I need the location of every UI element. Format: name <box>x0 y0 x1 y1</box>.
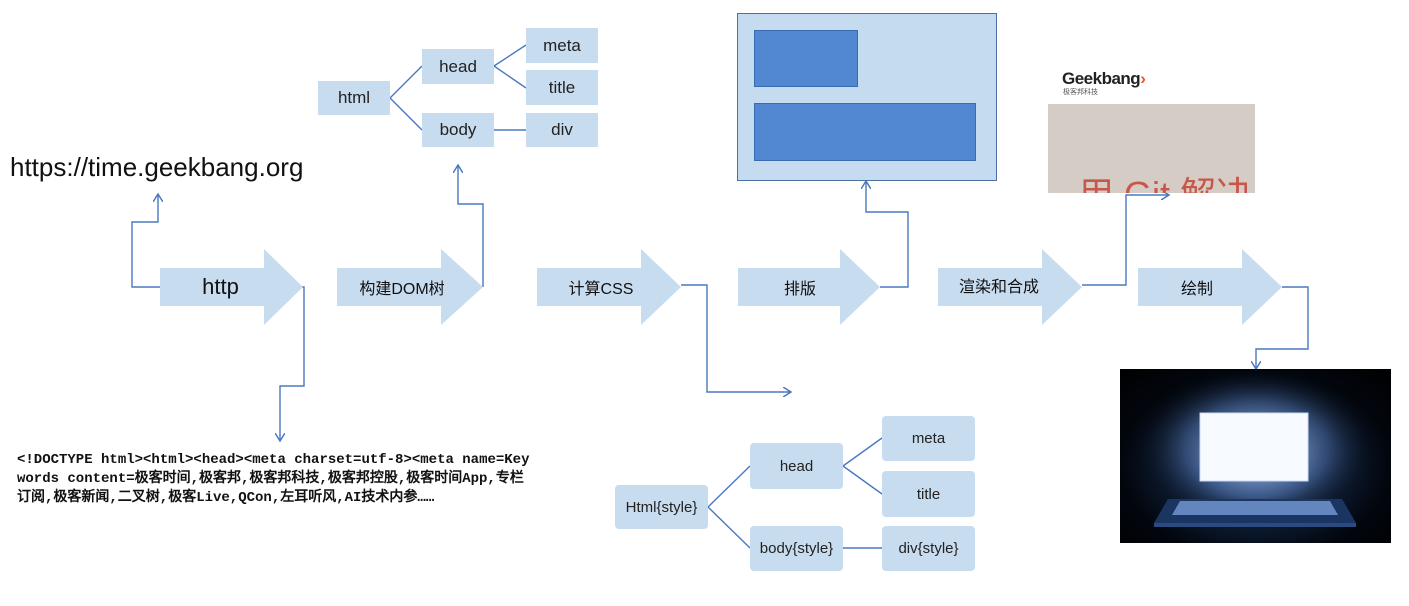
geekbang-logo-sub: 极客邦科技 <box>1063 89 1098 96</box>
dom-node-head: head <box>422 49 494 84</box>
dom-node-html: html <box>318 81 390 115</box>
geekbang-logo-mark: › <box>1140 69 1146 88</box>
composite-image: Geekbang› 极客邦科技 用 Git 解决 <box>1048 66 1255 193</box>
pipeline-step-layout: 排版 <box>738 249 880 325</box>
layout-block-small <box>754 30 858 87</box>
pipeline-label-paint: 绘制 <box>1180 281 1213 298</box>
layout-panel <box>737 13 997 181</box>
pipeline-step-compute-css: 计算CSS <box>537 249 681 325</box>
style-node-title: title <box>882 471 975 517</box>
geekbang-logo-text: Geekbang <box>1062 69 1141 88</box>
layout-block-wide <box>754 103 976 161</box>
laptop-image <box>1120 369 1391 543</box>
pipeline-step-http: http <box>160 249 303 325</box>
pipeline-step-render-composite: 渲染和合成 <box>938 249 1082 325</box>
geekbang-logo: Geekbang› <box>1062 69 1146 89</box>
pipeline-step-paint: 绘制 <box>1138 249 1282 325</box>
url-text: https://time.geekbang.org <box>10 152 304 182</box>
style-node-div: div{style} <box>882 526 975 571</box>
http-to-url-connector <box>131 195 160 288</box>
style-node-html: Html{style} <box>615 485 708 529</box>
html-source-text: <!DOCTYPE html><html><head><meta charset… <box>17 452 530 506</box>
pipeline-label-build-dom: 构建DOM树 <box>359 281 445 298</box>
dom-node-body: body <box>422 113 494 147</box>
dom-node-meta: meta <box>526 28 598 63</box>
dom-node-title: title <box>526 70 598 105</box>
style-node-head: head <box>750 443 843 489</box>
style-node-meta: meta <box>882 416 975 461</box>
style-node-body: body{style} <box>750 526 843 571</box>
laptop-illustration <box>1136 369 1376 529</box>
banner-text: 用 Git 解决 <box>1078 166 1252 193</box>
pipeline-label-layout: 排版 <box>783 281 816 298</box>
pipeline-label-http: http <box>202 274 239 299</box>
pipeline-label-render-composite: 渲染和合成 <box>958 279 1039 296</box>
banner-background: 用 Git 解决 <box>1048 104 1255 193</box>
pipeline-label-compute-css: 计算CSS <box>568 281 634 298</box>
dom-node-div: div <box>526 113 598 147</box>
pipeline-step-build-dom: 构建DOM树 <box>337 249 483 325</box>
